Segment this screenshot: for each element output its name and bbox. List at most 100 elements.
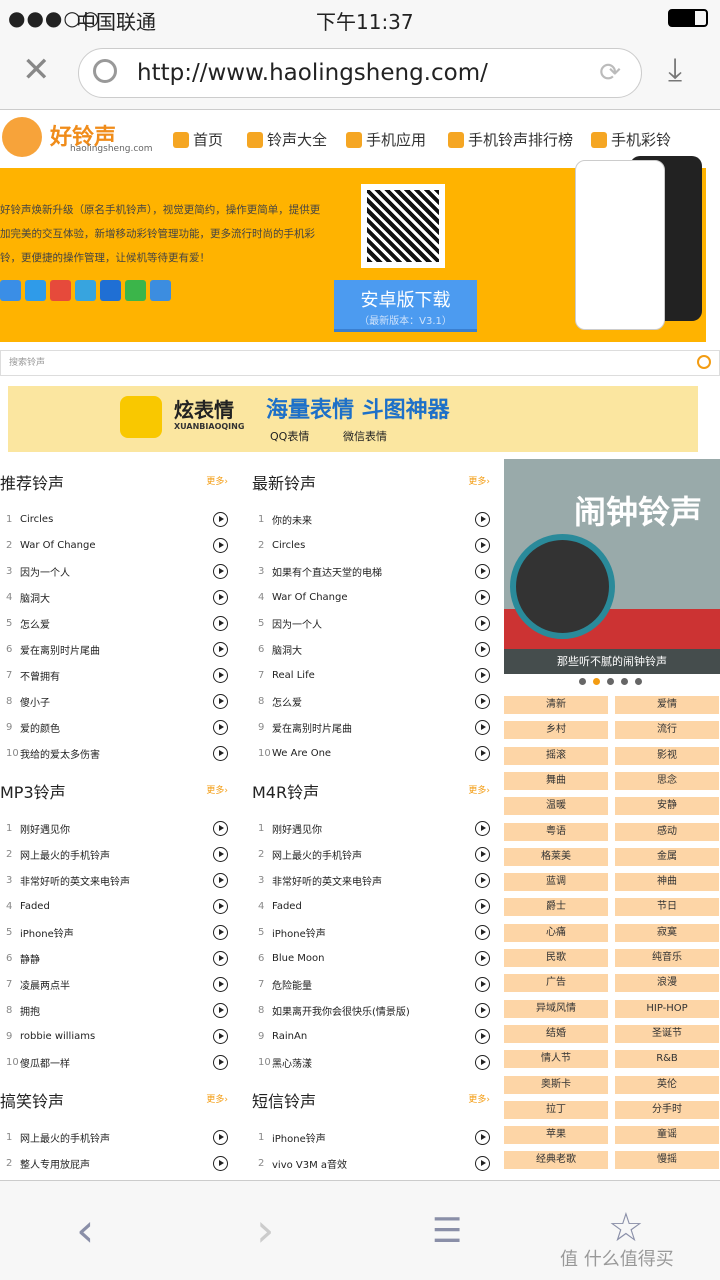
- tag-button[interactable]: 粤语: [504, 822, 608, 841]
- tag-button[interactable]: 流行: [615, 721, 719, 740]
- tag-button[interactable]: 奥斯卡: [504, 1075, 608, 1094]
- nav-ringtones[interactable]: 铃声大全: [247, 129, 327, 150]
- tag-button[interactable]: 英伦: [615, 1075, 719, 1094]
- play-icon[interactable]: [475, 1054, 490, 1070]
- tag-button[interactable]: 清新: [504, 696, 608, 714]
- play-icon[interactable]: [213, 1129, 228, 1145]
- play-icon[interactable]: [213, 898, 228, 914]
- play-icon[interactable]: [475, 641, 490, 657]
- play-icon[interactable]: [475, 950, 490, 966]
- list-item[interactable]: 9 爱在离别时片尾曲: [252, 714, 490, 740]
- tag-button[interactable]: 感动: [615, 822, 719, 841]
- list-item[interactable]: 6 爱在离别时片尾曲: [0, 636, 228, 662]
- list-item[interactable]: 2 vivo V3M a音效: [252, 1150, 490, 1176]
- list-item[interactable]: 1 网上最火的手机铃声: [0, 1124, 228, 1150]
- list-item[interactable]: 6 脑洞大: [252, 636, 490, 662]
- tag-button[interactable]: 影视: [615, 746, 719, 765]
- close-icon[interactable]: ✕: [22, 50, 51, 90]
- play-icon[interactable]: [213, 846, 228, 862]
- wechat-icon[interactable]: [125, 280, 146, 301]
- back-icon[interactable]: ‹: [76, 1203, 94, 1257]
- play-icon[interactable]: [475, 924, 490, 940]
- list-item[interactable]: 8 傻小子: [0, 688, 228, 714]
- carousel-dot[interactable]: [621, 678, 628, 685]
- play-icon[interactable]: [475, 820, 490, 836]
- tag-button[interactable]: 童谣: [615, 1126, 719, 1145]
- play-icon[interactable]: [475, 872, 490, 888]
- list-item[interactable]: 6 Blue Moon: [252, 945, 490, 971]
- list-item[interactable]: 3 非常好听的英文来电铃声: [0, 867, 228, 893]
- download-icon[interactable]: ⤓: [668, 50, 682, 89]
- list-item[interactable]: 1 刚好遇见你: [252, 815, 490, 841]
- ad-banner[interactable]: 炫表情 XUANBIAOQING 海量表情 斗图神器 QQ表情 微信表情: [8, 386, 698, 452]
- more-link[interactable]: 更多›: [468, 474, 490, 487]
- carousel-dot[interactable]: [579, 678, 586, 685]
- carousel-dot[interactable]: [607, 678, 614, 685]
- list-item[interactable]: 7 Real Life: [252, 662, 490, 688]
- carousel-dot[interactable]: [593, 678, 600, 685]
- list-item[interactable]: 10 We Are One: [252, 740, 490, 766]
- list-item[interactable]: 9 robbie williams: [0, 1023, 228, 1049]
- tag-button[interactable]: 慢摇: [615, 1151, 719, 1170]
- play-icon[interactable]: [213, 641, 228, 657]
- more-link[interactable]: 更多›: [206, 1092, 228, 1105]
- play-icon[interactable]: [213, 872, 228, 888]
- list-item[interactable]: 2 整人专用放屁声: [0, 1150, 228, 1176]
- play-icon[interactable]: [213, 511, 228, 527]
- tag-button[interactable]: 寂寞: [615, 923, 719, 942]
- tag-button[interactable]: 异域风情: [504, 999, 608, 1018]
- tencent-weibo-icon[interactable]: [75, 280, 96, 301]
- play-icon[interactable]: [475, 1028, 490, 1044]
- list-item[interactable]: 1 iPhone铃声: [252, 1124, 490, 1150]
- play-icon[interactable]: [213, 1002, 228, 1018]
- play-icon[interactable]: [213, 745, 228, 761]
- play-icon[interactable]: [475, 1002, 490, 1018]
- play-icon[interactable]: [213, 1155, 228, 1171]
- play-icon[interactable]: [213, 615, 228, 631]
- list-item[interactable]: 8 怎么爱: [252, 688, 490, 714]
- list-item[interactable]: 10 我给的爱太多伤害: [0, 740, 228, 766]
- list-item[interactable]: 6 静静: [0, 945, 228, 971]
- tag-button[interactable]: 蓝调: [504, 873, 608, 892]
- list-item[interactable]: 5 iPhone铃声: [252, 919, 490, 945]
- play-icon[interactable]: [213, 1028, 228, 1044]
- list-item[interactable]: 2 Circles: [252, 532, 490, 558]
- tag-button[interactable]: R&B: [615, 1050, 719, 1069]
- list-item[interactable]: 4 Faded: [0, 893, 228, 919]
- play-icon[interactable]: [475, 976, 490, 992]
- tag-button[interactable]: 民歌: [504, 949, 608, 967]
- tag-button[interactable]: 情人节: [504, 1050, 608, 1069]
- play-icon[interactable]: [475, 537, 490, 553]
- list-item[interactable]: 1 刚好遇见你: [0, 815, 228, 841]
- list-item[interactable]: 7 不曾拥有: [0, 662, 228, 688]
- play-icon[interactable]: [475, 511, 490, 527]
- list-item[interactable]: 5 因为一个人: [252, 610, 490, 636]
- tag-button[interactable]: 舞曲: [504, 771, 608, 790]
- play-icon[interactable]: [475, 898, 490, 914]
- list-item[interactable]: 3 因为一个人: [0, 558, 228, 584]
- play-icon[interactable]: [213, 1054, 228, 1070]
- carousel-dots[interactable]: [579, 678, 642, 685]
- list-item[interactable]: 4 War Of Change: [252, 584, 490, 610]
- list-item[interactable]: 2 网上最火的手机铃声: [252, 841, 490, 867]
- tag-button[interactable]: 爵士: [504, 898, 608, 917]
- list-item[interactable]: 2 网上最火的手机铃声: [0, 841, 228, 867]
- play-icon[interactable]: [475, 589, 490, 605]
- reload-icon[interactable]: ⟳: [599, 49, 621, 97]
- forward-icon[interactable]: ›: [256, 1203, 274, 1257]
- nav-apps[interactable]: 手机应用: [346, 129, 426, 150]
- search-icon[interactable]: [697, 355, 711, 369]
- list-item[interactable]: 1 Circles: [0, 506, 228, 532]
- tag-button[interactable]: 神曲: [615, 873, 719, 892]
- tag-button[interactable]: 温暖: [504, 797, 608, 816]
- android-download-button[interactable]: 安卓版下载 （最新版本：V3.1）: [334, 280, 477, 332]
- list-item[interactable]: 2 War Of Change: [0, 532, 228, 558]
- qzone-icon[interactable]: [25, 280, 46, 301]
- list-item[interactable]: 8 如果离开我你会很快乐(情景版): [252, 997, 490, 1023]
- play-icon[interactable]: [213, 667, 228, 683]
- play-icon[interactable]: [475, 563, 490, 579]
- carousel-dot[interactable]: [635, 678, 642, 685]
- share-plus-icon[interactable]: [0, 280, 21, 301]
- renren-icon[interactable]: [100, 280, 121, 301]
- play-icon[interactable]: [475, 615, 490, 631]
